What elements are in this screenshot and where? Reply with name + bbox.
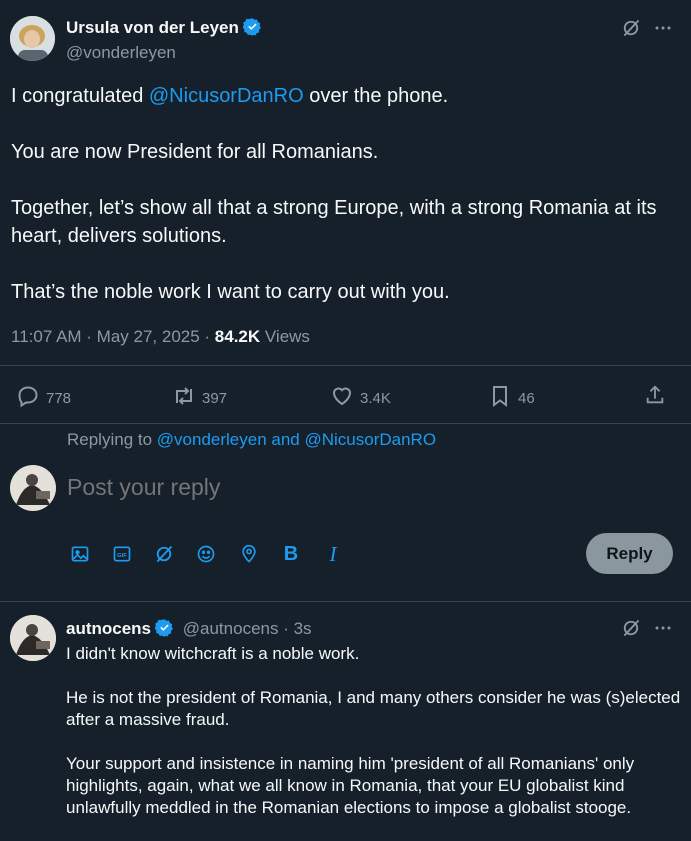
reply-action[interactable]: 778: [16, 384, 71, 412]
svg-text:GIF: GIF: [117, 553, 127, 559]
reply-author-avatar[interactable]: [10, 615, 56, 661]
repost-count: 397: [202, 389, 228, 407]
author-info: Ursula von der Leyen @vonderleyen: [66, 17, 262, 63]
reply-author-info: autnocens @autnocens · 3s: [66, 618, 312, 642]
verified-badge-icon: [242, 17, 262, 41]
reply-icon: [16, 384, 46, 412]
bookmark-count: 46: [518, 389, 535, 407]
divider: [0, 423, 691, 424]
tweet-paragraph-1: I congratulated @NicusorDanRO over the p…: [11, 82, 683, 110]
share-action[interactable]: [644, 384, 672, 410]
tweet-paragraph-2: You are now President for all Romanians.: [11, 141, 379, 163]
repost-icon: [172, 384, 202, 412]
reply-count: 778: [46, 389, 72, 407]
tweet-paragraph-4: That’s the noble work I want to carry ou…: [11, 281, 450, 303]
more-icon[interactable]: [652, 17, 674, 39]
bookmark-action[interactable]: 46: [488, 384, 535, 412]
italic-button[interactable]: I: [321, 542, 345, 566]
reply-text: I didn't know witchcraft is a noble work…: [66, 643, 681, 841]
location-icon[interactable]: [237, 542, 261, 566]
tweet-text-prefix: I congratulated: [11, 85, 149, 107]
like-action[interactable]: 3.4K: [330, 384, 391, 412]
author-avatar[interactable]: [10, 16, 55, 61]
grok-icon[interactable]: [620, 17, 642, 39]
like-count: 3.4K: [360, 389, 391, 407]
reply-paragraph-2: He is not the president of Romania, I an…: [66, 688, 681, 729]
divider: [0, 365, 691, 366]
replying-prefix: Replying to: [67, 430, 157, 449]
grok-tool-icon[interactable]: [152, 542, 176, 566]
bookmark-icon: [488, 384, 518, 412]
verified-badge-icon: [154, 618, 174, 642]
views-count: 84.2K: [214, 327, 261, 346]
reply-author-name[interactable]: autnocens: [66, 619, 151, 638]
repost-action[interactable]: 397: [172, 384, 227, 412]
tweet-timestamp[interactable]: 11:07 AM · May 27, 2025 ·: [11, 327, 215, 346]
replying-to-users[interactable]: @vonderleyen and @NicusorDanRO: [157, 430, 436, 449]
views-label: Views: [260, 327, 310, 346]
author-handle[interactable]: @vonderleyen: [66, 43, 262, 63]
gif-icon[interactable]: GIF: [110, 542, 134, 566]
reply-paragraph-3: Your support and insistence in naming hi…: [66, 754, 635, 817]
media-icon[interactable]: [68, 542, 92, 566]
divider: [0, 601, 691, 602]
tweet-meta: 11:07 AM · May 27, 2025 · 84.2K Views: [11, 327, 310, 347]
grok-icon[interactable]: [620, 617, 642, 639]
reply-author-handle[interactable]: @autnocens: [183, 619, 279, 638]
user-avatar[interactable]: [10, 465, 56, 511]
reply-input[interactable]: [67, 474, 627, 501]
tweet-paragraph-3: Together, let’s show all that a strong E…: [11, 197, 657, 247]
replying-to: Replying to @vonderleyen and @NicusorDan…: [67, 430, 436, 450]
reply-time[interactable]: · 3s: [278, 619, 311, 638]
more-icon[interactable]: [652, 617, 674, 639]
emoji-icon[interactable]: [194, 542, 218, 566]
reply-paragraph-1: I didn't know witchcraft is a noble work…: [66, 644, 360, 663]
reply-button[interactable]: Reply: [586, 533, 673, 574]
bold-button[interactable]: B: [279, 542, 303, 566]
like-icon: [330, 384, 360, 412]
tweet-text-suffix: over the phone.: [303, 85, 449, 107]
mention-link[interactable]: @NicusorDanRO: [149, 85, 304, 107]
share-icon: [644, 384, 672, 410]
tweet-text: I congratulated @NicusorDanRO over the p…: [11, 82, 683, 334]
author-name[interactable]: Ursula von der Leyen: [66, 18, 239, 37]
